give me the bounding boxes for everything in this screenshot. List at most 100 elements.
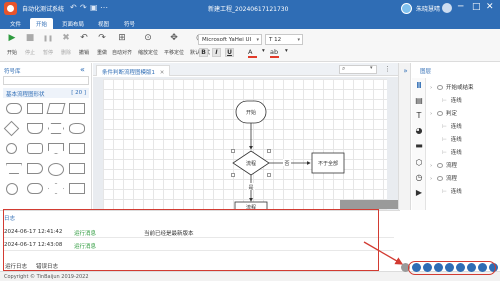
menu-file[interactable]: 文件 bbox=[4, 18, 27, 29]
layers-panel: 图层 Ⅱ ▤ T ◕ ▬ ⬡ ◷ ▶ › 开始或结束 ⊢ 连线 › 判定 ⊢ 连线 ⊢ 连… bbox=[412, 63, 500, 210]
close-icon[interactable]: ✕ bbox=[160, 70, 165, 76]
chevron-down-icon[interactable]: ▾ bbox=[370, 65, 373, 71]
canvas-area[interactable]: 开始 流程 否 不于全部 是 流程 bbox=[93, 77, 398, 210]
card-shape[interactable] bbox=[69, 183, 85, 194]
document-tab-bar: 条件判断流程图模版1 ✕ ⌕ ▾ ⋮ bbox=[93, 63, 398, 76]
more-quick-icon[interactable]: ⋯ bbox=[100, 3, 108, 12]
user-avatar[interactable] bbox=[401, 3, 412, 14]
user-name[interactable]: 朱晓慧晴 bbox=[416, 4, 440, 13]
font-family-select[interactable]: Microsoft YaHei UI ▾ bbox=[198, 34, 262, 45]
drawing-canvas[interactable]: 开始 流程 否 不于全部 是 流程 bbox=[103, 79, 387, 210]
action-node-label: 不于全部 bbox=[318, 160, 338, 167]
text-icon[interactable]: T bbox=[414, 111, 424, 121]
delay-shape[interactable] bbox=[27, 163, 43, 174]
highlight-button[interactable]: ab bbox=[270, 48, 279, 58]
align-icon: ⊞ bbox=[118, 33, 126, 43]
chevron-down-icon: ▾ bbox=[297, 37, 300, 43]
tab-flowchart-template[interactable]: 条件判断流程图模版1 ✕ bbox=[96, 65, 171, 76]
stored-data-shape[interactable] bbox=[69, 123, 85, 134]
selection-handle[interactable] bbox=[231, 149, 235, 153]
selection-handle[interactable] bbox=[231, 173, 235, 177]
undo-quick-icon[interactable]: ↶ bbox=[70, 3, 77, 12]
app-logo-icon bbox=[4, 2, 17, 15]
palette-icon[interactable]: ◕ bbox=[414, 126, 424, 136]
skin-icon[interactable] bbox=[442, 3, 452, 13]
layer-item[interactable]: ⊢ 连线 bbox=[442, 122, 462, 132]
save-quick-icon[interactable]: ▣ bbox=[90, 3, 98, 12]
layer-item[interactable]: › 开始或结束 bbox=[430, 83, 474, 93]
underline-button[interactable]: U bbox=[225, 48, 234, 57]
text-color-button[interactable]: A bbox=[248, 48, 257, 58]
selection-handle[interactable] bbox=[267, 173, 271, 177]
pan-locate-button[interactable]: ✥ 平移定位 bbox=[164, 33, 184, 59]
layer-item[interactable]: ⊢ 连线 bbox=[442, 135, 462, 145]
magnetic-disk-shape[interactable] bbox=[48, 163, 64, 176]
layer-item[interactable]: › 判定 bbox=[430, 109, 457, 119]
pause-button[interactable]: ❚❚ 暂停 bbox=[38, 33, 58, 59]
flowchart-diagram[interactable]: 开始 流程 否 不于全部 是 流程 bbox=[103, 79, 387, 210]
connector-shape[interactable] bbox=[6, 143, 17, 154]
layer-item[interactable]: › 流程 bbox=[430, 161, 457, 171]
terminator-shape[interactable] bbox=[6, 103, 22, 114]
menu-start[interactable]: 开始 bbox=[30, 18, 54, 29]
offpage-shape[interactable] bbox=[48, 143, 64, 154]
move-icon: ✥ bbox=[170, 33, 178, 43]
line-icon[interactable]: ▬ bbox=[414, 141, 424, 151]
display-shape[interactable] bbox=[27, 183, 43, 194]
layer-item[interactable]: ⊢ 连线 bbox=[442, 187, 462, 197]
horizontal-scrollbar[interactable] bbox=[340, 200, 398, 209]
minimize-button[interactable]: ─ bbox=[458, 2, 463, 12]
symbol-library-title: 符号库 bbox=[4, 69, 21, 75]
manual-input-shape[interactable] bbox=[69, 143, 85, 154]
start-button[interactable]: ▶ 开始 bbox=[2, 33, 22, 59]
layer-item[interactable]: ⊢ 连线 bbox=[442, 148, 462, 158]
compass-icon[interactable]: ◷ bbox=[414, 173, 424, 183]
bold-button[interactable]: B bbox=[199, 48, 208, 57]
decision-shape[interactable] bbox=[3, 120, 20, 137]
alternate-process-shape[interactable] bbox=[27, 143, 43, 154]
predefined-process-shape[interactable] bbox=[69, 103, 85, 114]
delete-button[interactable]: ✖ 删除 bbox=[56, 33, 76, 59]
layers-icon[interactable]: Ⅱ bbox=[414, 81, 424, 91]
stop-button[interactable]: ■ 停止 bbox=[20, 33, 40, 59]
zoom-locate-button[interactable]: ⊙ 缩放定位 bbox=[138, 33, 158, 59]
manual-operation-shape[interactable] bbox=[6, 163, 22, 174]
redo-icon: ↷ bbox=[98, 33, 106, 43]
font-size-select[interactable]: T 12 ▾ bbox=[265, 34, 303, 45]
redo-button[interactable]: ↷ 重做 bbox=[92, 33, 112, 59]
decision-node-label: 流程 bbox=[246, 160, 256, 167]
play-circle-icon[interactable]: ▶ bbox=[414, 188, 424, 198]
chevron-down-icon[interactable]: ▾ bbox=[262, 48, 265, 54]
collapse-left-icon[interactable]: « bbox=[80, 65, 85, 74]
menu-view[interactable]: 视图 bbox=[92, 18, 115, 29]
redo-quick-icon[interactable]: ↷ bbox=[80, 3, 87, 12]
symbol-search-input[interactable] bbox=[3, 76, 89, 85]
menu-page-layout[interactable]: 页面布局 bbox=[56, 18, 90, 29]
process-shape[interactable] bbox=[27, 103, 43, 114]
chevron-down-icon[interactable]: ▾ bbox=[285, 48, 288, 54]
symbol-group-header[interactable]: 基本流程图形状 [ 20 ] bbox=[3, 88, 89, 98]
italic-button[interactable]: I bbox=[212, 48, 221, 57]
internal-storage-shape[interactable] bbox=[69, 163, 85, 174]
app-title: 自动化测试系统 bbox=[22, 6, 65, 13]
undo-button[interactable]: ↶ 撤销 bbox=[74, 33, 94, 59]
summing-junction-shape[interactable] bbox=[6, 183, 18, 195]
data-shape[interactable] bbox=[46, 103, 66, 114]
close-button[interactable]: ✕ bbox=[486, 2, 494, 12]
layer-item[interactable]: › 流程 bbox=[430, 174, 457, 184]
maximize-button[interactable]: □ bbox=[472, 2, 481, 12]
preparation-shape[interactable] bbox=[48, 123, 64, 134]
menu-symbol[interactable]: 符号 bbox=[118, 18, 141, 29]
document-shape[interactable] bbox=[27, 123, 43, 134]
auto-align-button[interactable]: ⊞ 自动对齐 bbox=[112, 33, 132, 59]
more-icon[interactable]: ⋮ bbox=[384, 65, 391, 73]
layer-item[interactable]: ⊢ 连线 bbox=[442, 96, 462, 106]
yes-branch-label: 是 bbox=[248, 185, 253, 191]
sort-shape[interactable] bbox=[48, 183, 64, 194]
layers-side-toolbar: Ⅱ ▤ T ◕ ▬ ⬡ ◷ ▶ bbox=[412, 78, 426, 210]
selection-handle[interactable] bbox=[267, 149, 271, 153]
shape-icon[interactable]: ⬡ bbox=[414, 158, 424, 168]
collapse-right-icon[interactable]: » bbox=[401, 67, 410, 76]
search-icon: ⌕ bbox=[342, 65, 346, 72]
adjust-icon[interactable]: ▤ bbox=[414, 96, 424, 106]
